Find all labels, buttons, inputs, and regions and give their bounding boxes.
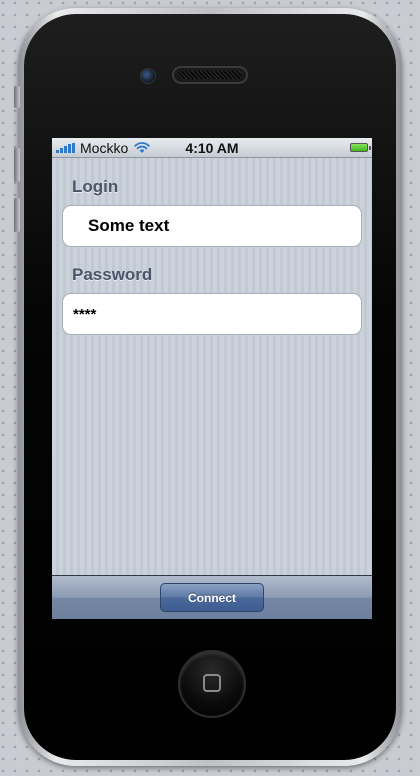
- silent-switch: [14, 86, 20, 108]
- password-input[interactable]: [62, 293, 362, 335]
- connect-button[interactable]: Connect: [160, 583, 264, 612]
- volume-up-button: [14, 148, 20, 182]
- password-label: Password: [72, 265, 153, 284]
- front-camera-icon: [140, 68, 156, 84]
- home-square-icon: [203, 674, 221, 692]
- status-bar: Mockko 4:10 AM: [52, 138, 372, 158]
- login-label: Login: [72, 177, 119, 196]
- earpiece-speaker: [172, 66, 248, 84]
- clock: 4:10 AM: [185, 140, 239, 156]
- home-button[interactable]: [178, 650, 246, 718]
- login-form: Login Password: [52, 158, 372, 575]
- bottom-toolbar: Connect: [52, 575, 372, 619]
- phone-screen: Mockko 4:10 AM Login Password Connect: [52, 138, 372, 619]
- volume-down-button: [14, 198, 20, 232]
- login-input[interactable]: [62, 205, 362, 247]
- battery-icon: [350, 143, 371, 152]
